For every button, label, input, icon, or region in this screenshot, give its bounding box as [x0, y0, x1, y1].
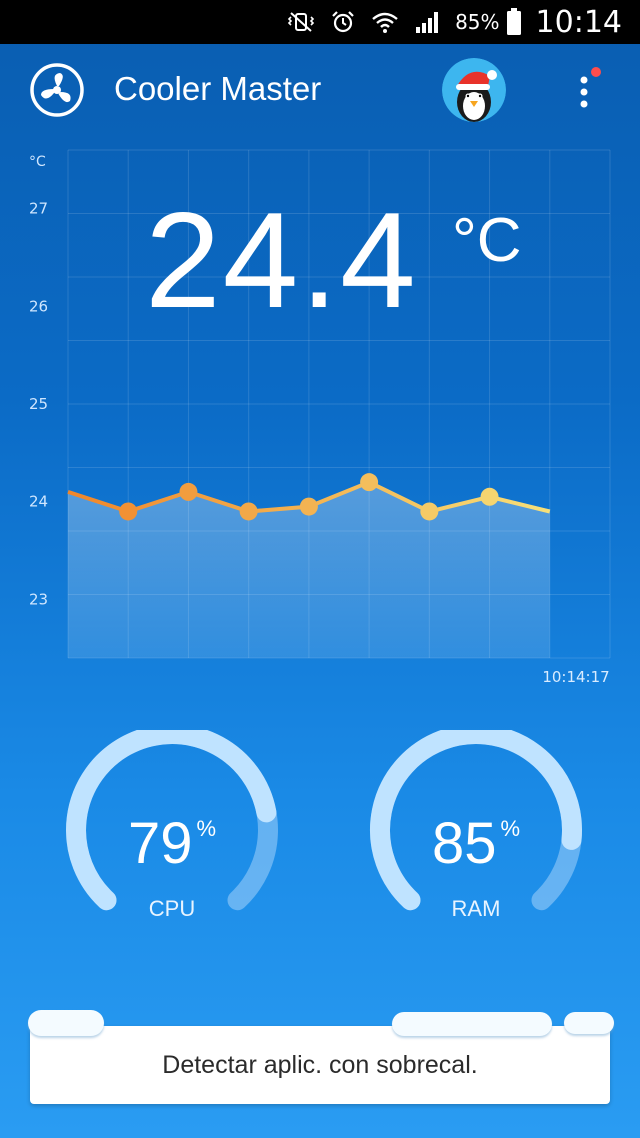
- ram-gauge-value: 85%: [431, 811, 521, 876]
- temperature-point: [420, 502, 439, 521]
- temperature-point: [179, 482, 198, 501]
- temperature-point: [239, 502, 258, 521]
- y-axis-unit: °C: [29, 154, 46, 170]
- app-title: Cooler Master: [114, 70, 322, 107]
- status-bar: 85% 10:14: [0, 0, 640, 44]
- temperature-point: [119, 502, 138, 521]
- x-axis-time-label: 10:14:17: [542, 668, 609, 686]
- battery-percent: 85%: [455, 10, 500, 34]
- ram-gauge[interactable]: 85% RAM: [366, 724, 586, 930]
- wifi-icon: [372, 12, 398, 33]
- penguin-avatar-icon[interactable]: [442, 58, 506, 122]
- current-temperature: 24.4: [145, 184, 418, 336]
- mute-vibrate-icon: [287, 12, 315, 32]
- snow-decoration: [564, 1012, 614, 1034]
- temperature-point: [480, 487, 499, 506]
- y-tick-label: 24: [29, 493, 48, 511]
- fan-icon[interactable]: [29, 62, 85, 118]
- detect-overheating-apps-button[interactable]: Detectar aplic. con sobrecal.: [30, 1026, 610, 1104]
- temperature-unit: °C: [452, 206, 522, 275]
- cpu-gauge[interactable]: 79% CPU: [62, 724, 282, 930]
- snow-decoration: [392, 1012, 552, 1036]
- more-vert-icon[interactable]: [568, 62, 608, 118]
- y-tick-label: 23: [29, 590, 48, 608]
- temperature-point: [360, 473, 379, 492]
- snow-decoration: [28, 1010, 104, 1036]
- ram-gauge-label: RAM: [451, 896, 501, 921]
- y-tick-label: 26: [29, 297, 48, 315]
- notification-dot: [591, 67, 601, 77]
- alarm-icon: [332, 11, 354, 33]
- app-bar: Cooler Master: [0, 44, 640, 136]
- cpu-gauge-value: 79%: [127, 811, 217, 876]
- signal-icon: [416, 12, 439, 33]
- battery-icon: [506, 8, 521, 35]
- y-tick-label: 27: [29, 200, 48, 218]
- status-clock: 10:14: [535, 4, 622, 40]
- cpu-gauge-label: CPU: [148, 896, 196, 921]
- y-tick-label: 25: [29, 395, 48, 413]
- temperature-point: [299, 497, 318, 516]
